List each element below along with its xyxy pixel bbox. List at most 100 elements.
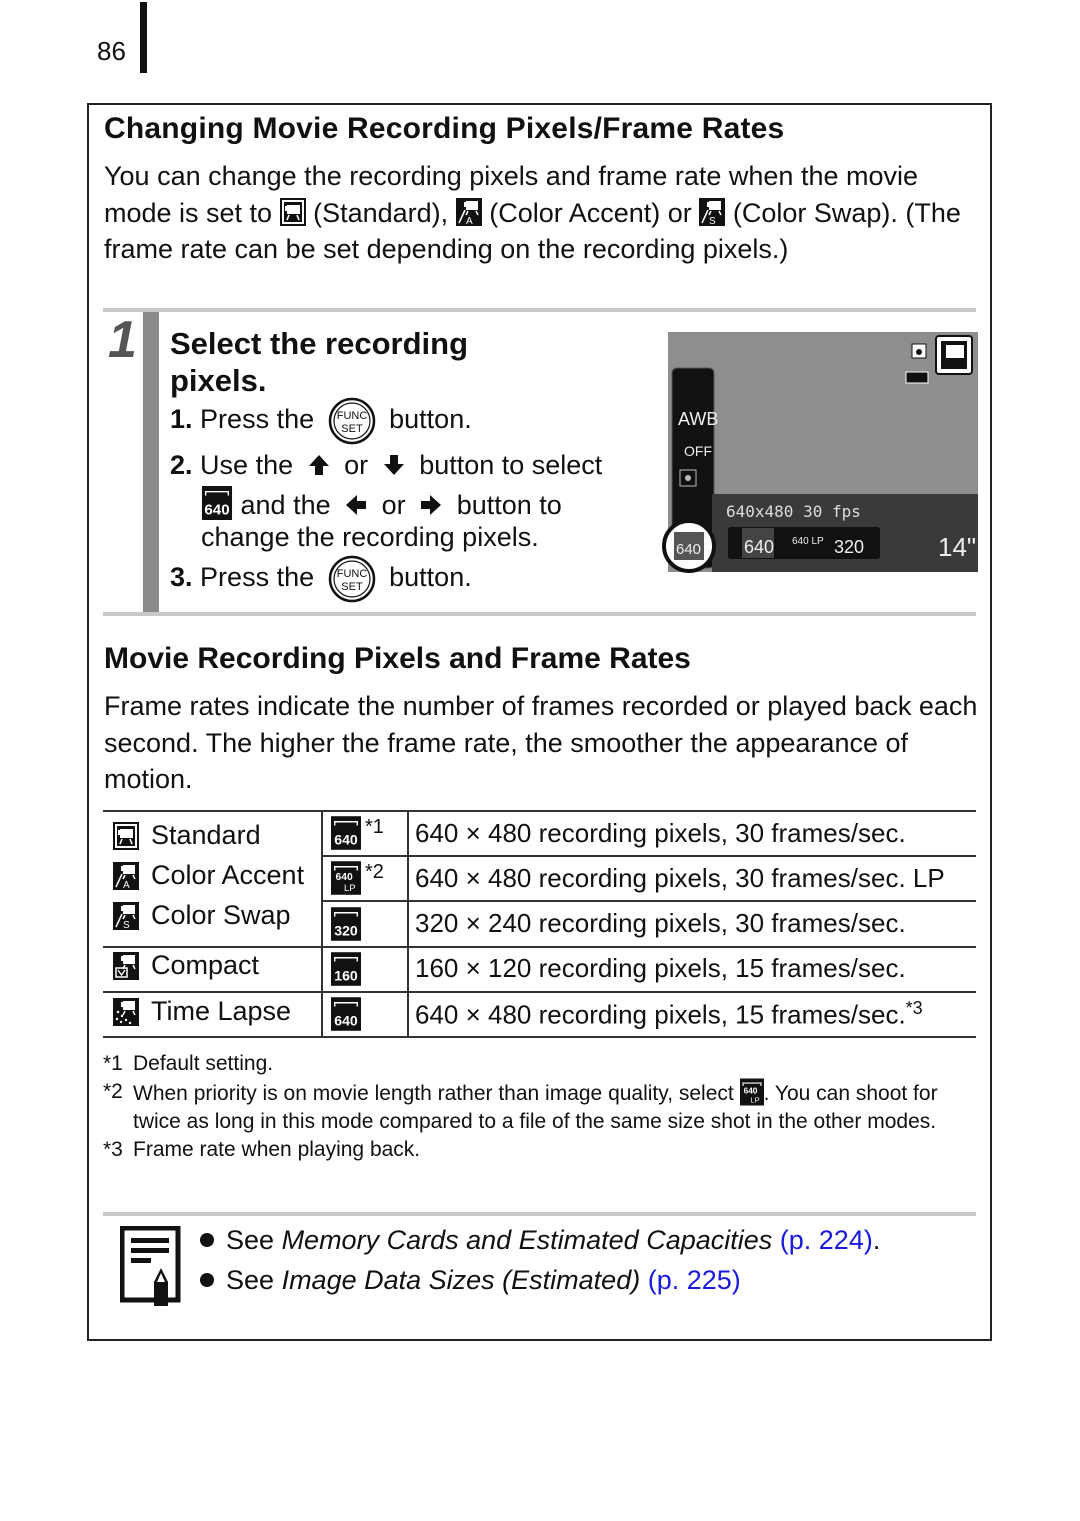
lcd-camera-lens [916, 349, 922, 355]
table-desc: 640 × 480 recording pixels, 30 frames/se… [415, 863, 945, 893]
footnote-mark: *2 [103, 1080, 123, 1103]
lcd-option-640[interactable]: 640 [744, 537, 774, 557]
table-desc: 320 × 240 recording pixels, 30 frames/se… [415, 908, 906, 938]
table-border-top [103, 810, 976, 812]
svg-text:160: 160 [334, 967, 358, 983]
func-set-button-icon [328, 555, 376, 603]
arrow-left-icon [346, 495, 367, 515]
arrow-down-icon [383, 455, 404, 475]
movie-time-lapse-icon [113, 998, 139, 1026]
arrow-right-icon [421, 495, 442, 515]
resolution-640-icon: 640 [331, 816, 361, 850]
movie-standard-icon [113, 822, 139, 850]
step-item-1: 1. Press the button. [170, 397, 472, 445]
table-res-640: 640 *1 [331, 816, 384, 850]
page-link-224[interactable]: (p. 224) [780, 1225, 873, 1255]
step-title-line2: pixels. [170, 363, 267, 398]
step-item-2: 2. Use the or button to select [170, 450, 602, 481]
bullet-icon [200, 1273, 214, 1288]
subsection-text: Frame rates indicate the number of frame… [104, 691, 978, 794]
divider [103, 1212, 976, 1216]
reference-title: Image Data Sizes (Estimated) [281, 1265, 641, 1295]
footnote-1: *1 Default setting. [103, 1050, 983, 1078]
svg-text:320: 320 [334, 922, 358, 938]
memo-note-icon [120, 1226, 181, 1306]
svg-text:640: 640 [334, 831, 358, 847]
func-set-button-icon [328, 397, 376, 445]
footnote-mark: *1 [103, 1052, 123, 1075]
lcd-movie-mode-icon-screen [946, 345, 964, 358]
section-title: Changing Movie Recording Pixels/Frame Ra… [104, 112, 785, 145]
lcd-remaining-time: 14" [938, 532, 976, 562]
step-title: Select the recording pixels. [170, 325, 468, 399]
step-item-text: button to [456, 490, 562, 520]
intro-color-accent-label: (Color Accent) or [489, 197, 692, 228]
step-bar [143, 312, 159, 612]
divider [103, 308, 976, 312]
step-number: 1 [108, 311, 137, 369]
subsection-title: Movie Recording Pixels and Frame Rates [104, 642, 691, 675]
table-res-160: 160 [331, 952, 361, 986]
reference-item: See Image Data Sizes (Estimated) (p. 225… [196, 1260, 880, 1300]
mode-label: Standard [151, 820, 261, 850]
mode-label: Time Lapse [151, 996, 292, 1026]
footnotes: *1 Default setting. *2 When priority is … [103, 1050, 983, 1164]
table-mode-color-accent: Color Accent [113, 860, 304, 891]
resolution-640lp-icon: 640LP [331, 861, 361, 895]
resolution-640-icon: 640 [201, 486, 233, 520]
movie-standard-icon [280, 198, 306, 226]
table-res-320: 320 [331, 907, 361, 941]
table-row-divider [103, 946, 976, 948]
lcd-menu-awb: AWB [678, 409, 718, 429]
step-item-number: 2. [170, 450, 193, 480]
table-mode-color-swap: Color Swap [113, 900, 291, 931]
svg-text:640: 640 [743, 1087, 757, 1096]
movie-compact-icon [113, 952, 139, 980]
section-intro: You can change the recording pixels and … [104, 158, 984, 268]
step-item-text: button. [389, 404, 472, 435]
references: See Memory Cards and Estimated Capacitie… [196, 1220, 880, 1300]
step-item-number: 1. [170, 404, 193, 435]
step-item-number: 3. [170, 562, 193, 593]
table-border-bottom [103, 1036, 976, 1038]
movie-color-accent-icon [113, 862, 139, 890]
step-item-text: or [344, 450, 369, 480]
resolution-320-icon: 320 [331, 907, 361, 941]
page-number-divider [140, 2, 147, 73]
bullet-icon [200, 1233, 214, 1248]
lcd-current-setting: 640 [676, 541, 701, 558]
table-res-640-lapse: 640 [331, 997, 361, 1031]
footnote-ref: *1 [365, 816, 384, 838]
reference-prefix: See [226, 1225, 275, 1255]
step-item-2-line2: 640 and the or button to [201, 486, 562, 521]
mode-label: Compact [151, 950, 260, 980]
step-item-text: button. [389, 562, 472, 593]
svg-text:640: 640 [336, 872, 353, 883]
step-item-text: and the [240, 490, 331, 520]
movie-color-accent-icon [456, 198, 482, 226]
table-desc: 640 × 480 recording pixels, 15 frames/se… [415, 999, 906, 1030]
footnote-text: Frame rate when playing back. [133, 1138, 421, 1161]
resolution-160-icon: 160 [331, 952, 361, 986]
footnote-text: When priority is on movie length rather … [133, 1082, 734, 1105]
movie-color-swap-icon [699, 198, 725, 226]
lcd-option-640lp[interactable]: 640 LP [792, 536, 824, 547]
table-mode-standard: Standard [113, 820, 261, 851]
table-row-divider [321, 900, 976, 902]
resolution-640-icon: 640 [331, 997, 361, 1031]
reference-item: See Memory Cards and Estimated Capacitie… [196, 1220, 880, 1260]
mode-label: Color Accent [151, 860, 305, 890]
step-item-text: or [381, 490, 406, 520]
step-item-text: Press the [200, 404, 315, 435]
svg-text:LP: LP [750, 1096, 759, 1105]
step-item-text: button to select [419, 450, 603, 480]
page-link-225[interactable]: (p. 225) [648, 1265, 741, 1295]
reference-prefix: See [226, 1265, 275, 1295]
table-row-divider [103, 991, 976, 993]
table-desc: 640 × 480 recording pixels, 30 frames/se… [415, 818, 906, 848]
camera-lcd-screenshot: AWB OFF 640x480 30 fps 640 640 LP 320 14… [662, 332, 978, 573]
footnote-2: *2 When priority is on movie length rath… [103, 1078, 983, 1136]
page-number: 86 [97, 36, 126, 66]
movie-color-swap-icon [113, 902, 139, 930]
lcd-option-320[interactable]: 320 [834, 537, 864, 557]
